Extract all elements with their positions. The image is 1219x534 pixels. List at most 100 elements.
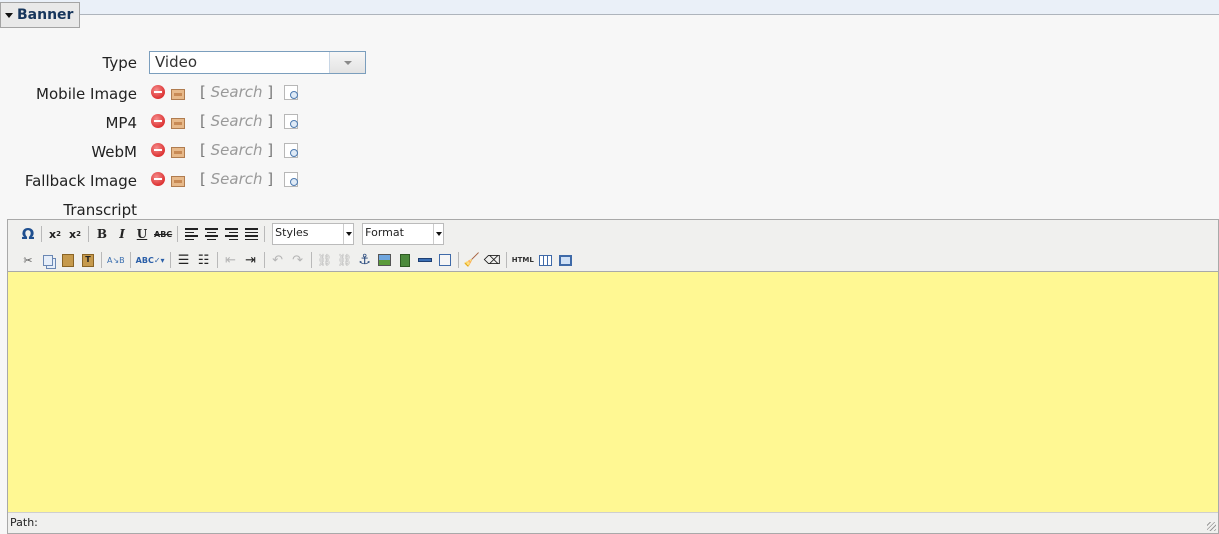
paste-text-icon[interactable]: T [78, 250, 98, 270]
section-header-bar [0, 0, 1219, 15]
special-character-icon[interactable]: Ω [18, 224, 38, 244]
undo-icon[interactable]: ↶ [268, 250, 288, 270]
edit-attributes-icon[interactable] [435, 250, 455, 270]
horizontal-rule-icon[interactable] [415, 250, 435, 270]
spellcheck-icon[interactable]: ABC✓▾ [134, 250, 167, 270]
html-source-icon[interactable]: HTML [510, 250, 536, 270]
toolbar-separator [169, 252, 171, 268]
outdent-icon[interactable]: ⇤ [221, 250, 241, 270]
mp4-folder-icon[interactable] [171, 118, 185, 129]
cleanup-icon[interactable]: 🧹 [462, 250, 482, 270]
transcript-row: Transcript [0, 199, 137, 221]
type-select-value: Video [155, 53, 198, 71]
mp4-search-text: Search [210, 112, 263, 130]
fallback-image-search-text: Search [210, 170, 263, 188]
toolbar-separator [264, 226, 266, 242]
justify-icon[interactable] [241, 224, 261, 244]
fallback-image-search-link[interactable]: [ Search ] [200, 170, 273, 188]
table-icon[interactable] [536, 250, 556, 270]
remove-format-icon[interactable]: ⌫ [482, 250, 503, 270]
type-row: Type [0, 52, 137, 74]
styles-dropdown-value: Styles [275, 226, 309, 239]
numbered-list-icon[interactable]: ☷ [194, 250, 214, 270]
toolbar-separator [263, 252, 265, 268]
type-select[interactable]: Video [149, 51, 366, 74]
anchor-icon[interactable]: ⚓ [355, 250, 375, 270]
mobile-image-search-link[interactable]: [ Search ] [200, 83, 273, 101]
banner-section-toggle[interactable]: Banner [0, 2, 81, 28]
fullscreen-icon[interactable] [556, 250, 576, 270]
toolbar-separator [216, 252, 218, 268]
toolbar-separator [129, 252, 131, 268]
paste-icon[interactable] [58, 250, 78, 270]
italic-icon[interactable]: I [112, 224, 132, 244]
indent-icon[interactable]: ⇥ [241, 250, 261, 270]
image-icon[interactable] [375, 250, 395, 270]
media-icon[interactable] [395, 250, 415, 270]
styles-dropdown[interactable]: Styles [272, 223, 355, 245]
webm-search-link[interactable]: [ Search ] [200, 141, 273, 159]
webm-row: WebM [0, 141, 137, 163]
toolbar-separator [41, 226, 42, 242]
collapse-triangle-icon [5, 12, 13, 18]
align-left-icon[interactable] [181, 224, 201, 244]
chevron-down-icon [343, 60, 352, 65]
type-select-arrow[interactable] [329, 52, 365, 73]
align-center-icon[interactable] [201, 224, 221, 244]
webm-preview-icon[interactable] [284, 143, 298, 158]
bold-icon[interactable]: B [92, 224, 112, 244]
webm-folder-icon[interactable] [171, 147, 185, 158]
fallback-image-preview-icon[interactable] [284, 172, 298, 187]
mobile-image-row: Mobile Image [0, 83, 137, 105]
mp4-search-link[interactable]: [ Search ] [200, 112, 273, 130]
bullet-list-icon[interactable]: ☰ [174, 250, 194, 270]
mp4-remove-icon[interactable] [151, 114, 165, 128]
fallback-image-remove-icon[interactable] [151, 172, 165, 186]
mobile-image-label: Mobile Image [36, 85, 137, 103]
mp4-row: MP4 [0, 112, 137, 134]
webm-search-text: Search [210, 141, 263, 159]
mobile-image-preview-icon[interactable] [284, 85, 298, 100]
banner-legend-label: Banner [17, 7, 74, 23]
replace-icon[interactable]: A↘B [105, 250, 127, 270]
editor-toolbar: Ω x2 x2 B I U ABC Styles Format ✂ T A↘B [8, 220, 1218, 272]
subscript-icon[interactable]: x2 [45, 224, 65, 244]
type-label: Type [102, 54, 137, 72]
copy-icon[interactable] [38, 250, 58, 270]
fallback-image-label: Fallback Image [24, 172, 137, 190]
fallback-image-row: Fallback Image [0, 170, 137, 192]
fallback-image-folder-icon[interactable] [171, 176, 185, 187]
toolbar-row-2: ✂ T A↘B ABC✓▾ ☰ ☷ ⇤ ⇥ ↶ ↷ ⛓ ⛓ ⚓ 🧹 ⌫ HTML [18, 249, 576, 271]
unlink-icon[interactable]: ⛓ [335, 250, 355, 270]
editor-status-bar: Path: [8, 512, 1218, 533]
format-dropdown-value: Format [365, 226, 404, 239]
resize-grip-icon[interactable] [1207, 522, 1216, 531]
chevron-down-icon [343, 224, 353, 244]
transcript-label: Transcript [63, 201, 137, 219]
mobile-image-remove-icon[interactable] [151, 85, 165, 99]
format-dropdown[interactable]: Format [362, 223, 445, 245]
transcript-editor-content[interactable] [8, 272, 1218, 512]
link-icon[interactable]: ⛓ [315, 250, 335, 270]
toolbar-separator [457, 252, 459, 268]
mobile-image-folder-icon[interactable] [171, 89, 185, 100]
chevron-down-icon [433, 224, 443, 244]
webm-label: WebM [91, 143, 137, 161]
transcript-editor: Ω x2 x2 B I U ABC Styles Format ✂ T A↘B [7, 219, 1219, 534]
superscript-icon[interactable]: x2 [65, 224, 85, 244]
mp4-label: MP4 [105, 114, 137, 132]
redo-icon[interactable]: ↷ [288, 250, 308, 270]
toolbar-separator [310, 252, 312, 268]
cut-icon[interactable]: ✂ [18, 250, 38, 270]
toolbar-separator [88, 226, 89, 242]
mp4-preview-icon[interactable] [284, 114, 298, 129]
strikethrough-icon[interactable]: ABC [152, 224, 174, 244]
toolbar-row-1: Ω x2 x2 B I U ABC Styles Format [18, 223, 448, 245]
align-right-icon[interactable] [221, 224, 241, 244]
toolbar-separator [177, 226, 179, 242]
toolbar-separator [101, 252, 102, 268]
webm-remove-icon[interactable] [151, 143, 165, 157]
status-path-label: Path: [10, 516, 38, 529]
underline-icon[interactable]: U [132, 224, 152, 244]
toolbar-separator [505, 252, 507, 268]
